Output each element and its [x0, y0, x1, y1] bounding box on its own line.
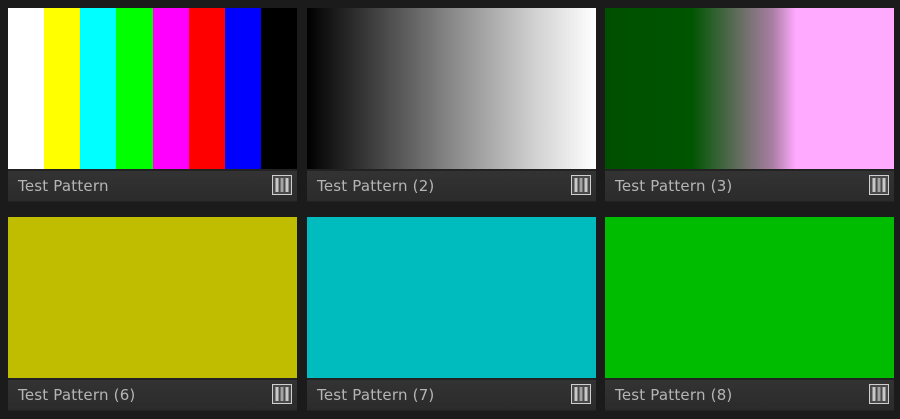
tile-caption: Test Pattern — [8, 171, 297, 201]
solid-yellow-preview[interactable] — [8, 217, 297, 378]
tile-label: Test Pattern (8) — [615, 386, 733, 404]
film-strip-icon[interactable] — [571, 384, 591, 404]
color-bar — [8, 8, 45, 169]
color-bar — [80, 8, 117, 169]
color-bars-preview[interactable] — [8, 8, 297, 169]
film-strip-left — [872, 387, 876, 401]
color-bar — [260, 8, 297, 169]
film-strip-center — [279, 387, 285, 401]
color-bar — [188, 8, 225, 169]
solid-fill — [307, 217, 596, 378]
tile-caption: Test Pattern (7) — [307, 380, 596, 410]
film-strip-right — [882, 387, 886, 401]
test-pattern-grid: Test Pattern Test Pattern (2) Test Patte… — [0, 0, 900, 419]
film-strip-center — [578, 178, 584, 192]
tile-label: Test Pattern (6) — [18, 386, 136, 404]
solid-green-preview[interactable] — [605, 217, 894, 378]
tile-test-pattern-8[interactable]: Test Pattern (8) — [605, 217, 894, 411]
film-strip-left — [574, 178, 578, 192]
film-strip-center — [876, 387, 882, 401]
film-strip-right — [584, 387, 588, 401]
color-bar — [224, 8, 261, 169]
tile-test-pattern-2[interactable]: Test Pattern (2) — [307, 8, 596, 202]
film-strip-center — [279, 178, 285, 192]
tile-test-pattern-6[interactable]: Test Pattern (6) — [8, 217, 297, 411]
color-bars — [8, 8, 297, 169]
tile-label: Test Pattern (3) — [615, 177, 733, 195]
tile-label: Test Pattern (7) — [317, 386, 435, 404]
solid-cyan-preview[interactable] — [307, 217, 596, 378]
color-bar — [44, 8, 81, 169]
tile-test-pattern[interactable]: Test Pattern — [8, 8, 297, 202]
film-strip-center — [578, 387, 584, 401]
film-strip-left — [872, 178, 876, 192]
film-strip-icon[interactable] — [571, 175, 591, 195]
film-strip-right — [584, 178, 588, 192]
tile-caption: Test Pattern (3) — [605, 171, 894, 201]
film-strip-center — [876, 178, 882, 192]
color-bar — [116, 8, 153, 169]
film-strip-right — [285, 387, 289, 401]
tile-caption: Test Pattern (8) — [605, 380, 894, 410]
film-strip-right — [882, 178, 886, 192]
tile-test-pattern-3[interactable]: Test Pattern (3) — [605, 8, 894, 202]
tile-caption: Test Pattern (2) — [307, 171, 596, 201]
green-pink-gradient-preview[interactable] — [605, 8, 894, 169]
solid-fill — [8, 217, 297, 378]
film-strip-icon[interactable] — [272, 175, 292, 195]
film-strip-icon[interactable] — [272, 384, 292, 404]
film-strip-left — [275, 387, 279, 401]
tile-label: Test Pattern — [18, 177, 109, 195]
tile-caption: Test Pattern (6) — [8, 380, 297, 410]
film-strip-right — [285, 178, 289, 192]
gray-gradient-preview[interactable] — [307, 8, 596, 169]
green-pink-gradient — [605, 8, 894, 169]
color-bar — [152, 8, 189, 169]
film-strip-left — [275, 178, 279, 192]
tile-label: Test Pattern (2) — [317, 177, 435, 195]
solid-fill — [605, 217, 894, 378]
tile-test-pattern-7[interactable]: Test Pattern (7) — [307, 217, 596, 411]
film-strip-left — [574, 387, 578, 401]
film-strip-icon[interactable] — [869, 384, 889, 404]
gray-gradient — [307, 8, 596, 169]
film-strip-icon[interactable] — [869, 175, 889, 195]
